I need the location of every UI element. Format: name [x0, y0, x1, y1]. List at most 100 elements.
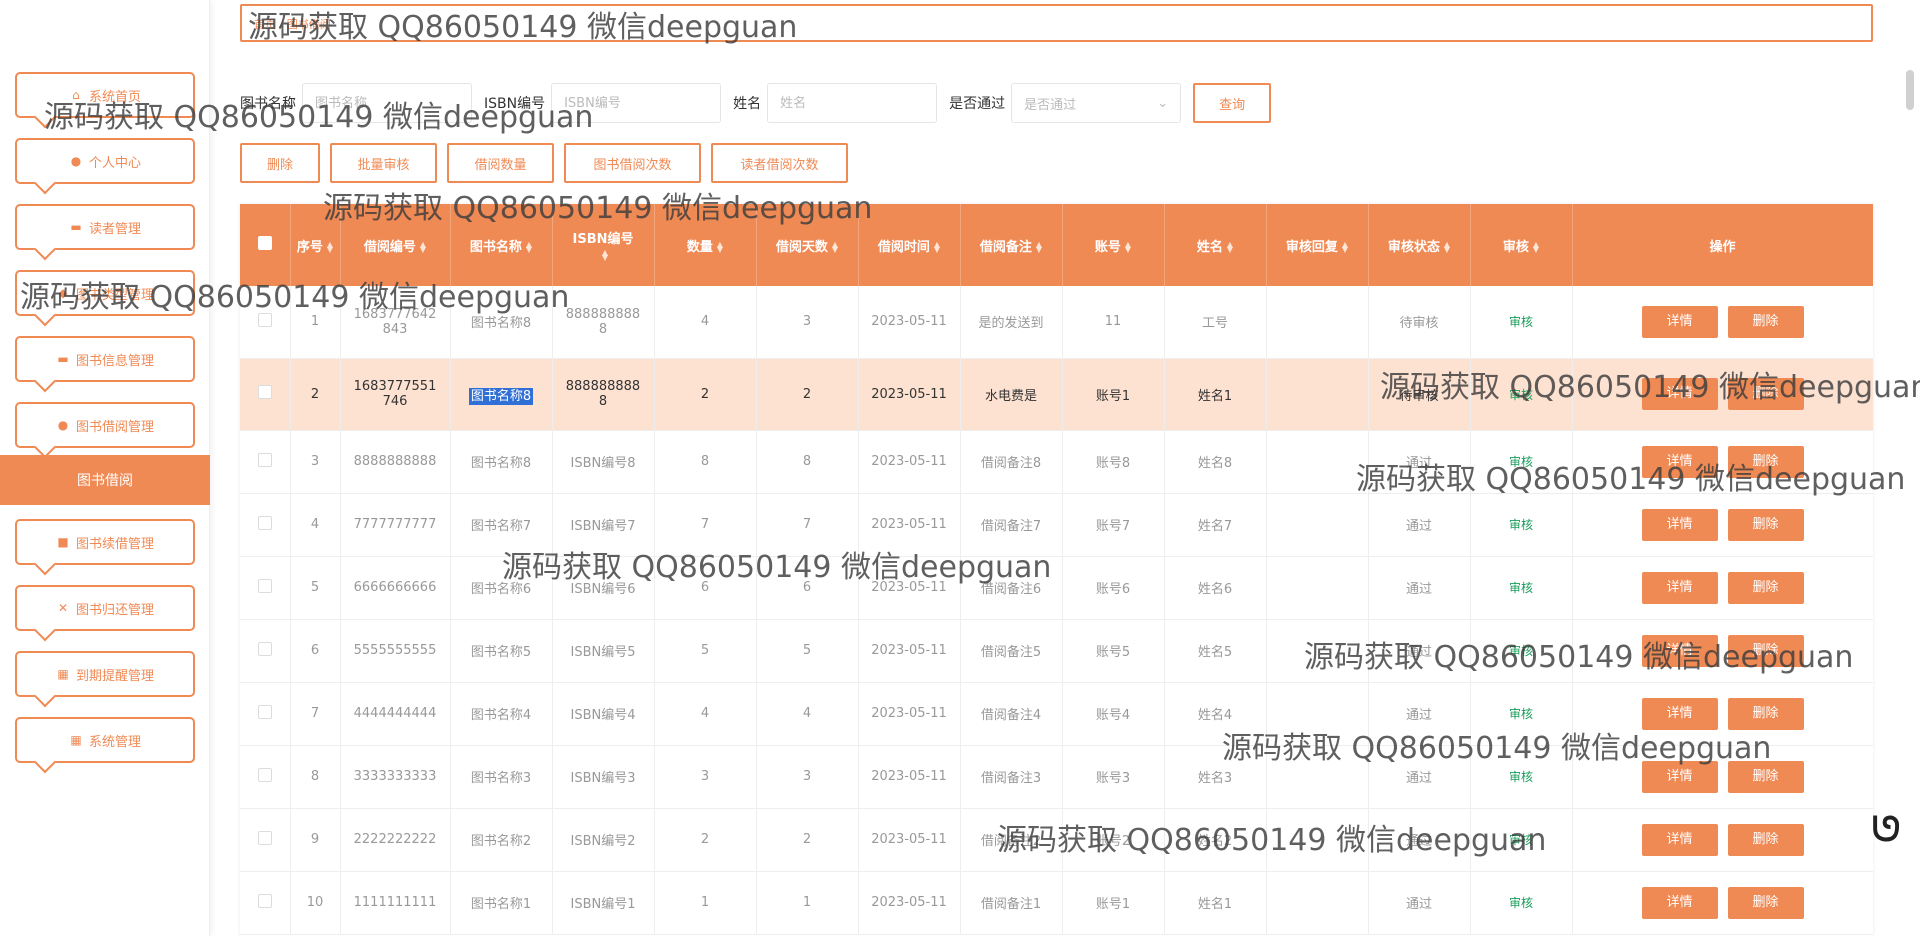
- row-checkbox-cell[interactable]: [240, 619, 291, 683]
- table-row[interactable]: 8 3333333333 图书名称3 ISBN编号3 3 3 2023-05-11 借阅备注3…: [240, 745, 1873, 809]
- column-header[interactable]: 借阅天数 ▲ ▼: [756, 204, 859, 286]
- table-row[interactable]: 6 5555555555 图书名称5 ISBN编号5 5 5 2023-05-11 借阅备注5…: [240, 619, 1873, 683]
- row-delete-button[interactable]: 删除: [1727, 886, 1804, 919]
- sidebar-item-renew[interactable]: ■ 图书续借管理: [15, 519, 195, 565]
- detail-button[interactable]: 详情: [1641, 634, 1718, 667]
- detail-button[interactable]: 详情: [1641, 508, 1718, 541]
- row-checkbox-cell[interactable]: [240, 286, 291, 359]
- sort-icon[interactable]: ▲ ▼: [717, 241, 723, 254]
- row-checkbox[interactable]: [257, 578, 272, 593]
- detail-button[interactable]: 详情: [1641, 445, 1718, 478]
- delete-button[interactable]: 删除: [240, 143, 320, 183]
- audit-link[interactable]: 审核: [1509, 388, 1533, 402]
- detail-button[interactable]: 详情: [1641, 305, 1718, 338]
- table-row[interactable]: 7 4444444444 图书名称4 ISBN编号4 4 4 2023-05-11 借阅备注4…: [240, 682, 1873, 746]
- sort-icon[interactable]: ▲ ▼: [1342, 241, 1348, 254]
- row-checkbox-cell[interactable]: [240, 808, 291, 872]
- query-button[interactable]: 查询: [1193, 83, 1272, 123]
- sort-icon[interactable]: ▲ ▼: [1444, 241, 1450, 254]
- detail-button[interactable]: 详情: [1641, 886, 1718, 919]
- book-name-input[interactable]: [302, 83, 472, 123]
- detail-button[interactable]: 详情: [1641, 378, 1718, 410]
- row-delete-button[interactable]: 删除: [1727, 571, 1804, 604]
- row-delete-button[interactable]: 删除: [1727, 823, 1804, 856]
- column-header[interactable]: 数量 ▲ ▼: [654, 204, 757, 286]
- sidebar-item-profile[interactable]: ● 个人中心: [15, 138, 195, 184]
- sort-icon[interactable]: ▲ ▼: [934, 241, 940, 254]
- batch-audit-button[interactable]: 批量审核: [330, 143, 437, 183]
- row-delete-button[interactable]: 删除: [1727, 760, 1804, 793]
- sidebar-item-system[interactable]: ▦ 系统管理: [15, 717, 195, 763]
- row-checkbox[interactable]: [257, 515, 272, 530]
- row-checkbox[interactable]: [257, 704, 272, 719]
- select-all-checkbox[interactable]: [257, 236, 272, 250]
- table-row[interactable]: 3 8888888888 图书名称8 ISBN编号8 8 8 2023-05-11 借阅备注8…: [240, 430, 1873, 494]
- audit-link[interactable]: 审核: [1509, 644, 1533, 658]
- row-delete-button[interactable]: 删除: [1727, 634, 1804, 667]
- column-header[interactable]: 审核状态 ▲ ▼: [1368, 204, 1471, 286]
- column-header[interactable]: 账号 ▲ ▼: [1062, 204, 1165, 286]
- sidebar-item-book-info[interactable]: ▬ 图书信息管理: [15, 336, 195, 382]
- scrollbar[interactable]: [1904, 0, 1916, 936]
- isbn-input[interactable]: [551, 83, 722, 123]
- sort-icon[interactable]: ▲ ▼: [602, 248, 608, 261]
- column-header[interactable]: 姓名 ▲ ▼: [1164, 204, 1267, 286]
- table-row[interactable]: 1 1683777642843 图书名称8 8888888888 4 3 2023-05-1…: [240, 286, 1873, 359]
- table-row[interactable]: 10 1111111111 图书名称1 ISBN编号1 1 1 2023-05-11 借阅备注…: [240, 871, 1873, 935]
- sidebar-item-readers[interactable]: ▬ 读者管理: [15, 204, 195, 250]
- sort-icon[interactable]: ▲ ▼: [420, 241, 426, 254]
- column-header[interactable]: 借阅编号 ▲ ▼: [340, 204, 451, 286]
- row-delete-button[interactable]: 删除: [1727, 697, 1804, 730]
- audit-link[interactable]: 审核: [1509, 315, 1533, 329]
- column-header[interactable]: ISBN编号 ▲ ▼: [552, 204, 655, 286]
- select-all-header[interactable]: [240, 204, 291, 286]
- row-checkbox[interactable]: [257, 641, 272, 656]
- column-header[interactable]: 审核 ▲ ▼: [1470, 204, 1573, 286]
- row-checkbox-cell[interactable]: [240, 556, 291, 620]
- audit-link[interactable]: 审核: [1509, 455, 1533, 469]
- detail-button[interactable]: 详情: [1641, 823, 1718, 856]
- row-delete-button[interactable]: 删除: [1727, 445, 1804, 478]
- row-checkbox[interactable]: [257, 830, 272, 845]
- row-checkbox-cell[interactable]: [240, 430, 291, 494]
- sort-icon[interactable]: ▲ ▼: [1227, 241, 1233, 254]
- row-checkbox-cell[interactable]: [240, 358, 291, 431]
- row-checkbox[interactable]: [257, 767, 272, 782]
- row-delete-button[interactable]: 删除: [1727, 508, 1804, 541]
- passed-select[interactable]: 是否通过 ⌄: [1011, 83, 1182, 123]
- audit-link[interactable]: 审核: [1509, 833, 1533, 847]
- table-row[interactable]: 9 2222222222 图书名称2 ISBN编号2 2 2 2023-05-11 借阅备注2…: [240, 808, 1873, 872]
- audit-link[interactable]: 审核: [1509, 770, 1533, 784]
- sort-icon[interactable]: ▲ ▼: [1533, 241, 1539, 254]
- sort-icon[interactable]: ▲ ▼: [1036, 241, 1042, 254]
- column-header[interactable]: 借阅备注 ▲ ▼: [960, 204, 1063, 286]
- audit-link[interactable]: 审核: [1509, 518, 1533, 532]
- row-checkbox[interactable]: [257, 452, 272, 467]
- audit-link[interactable]: 审核: [1509, 581, 1533, 595]
- book-borrow-times-button[interactable]: 图书借阅次数: [564, 143, 701, 183]
- sidebar-item-borrow[interactable]: ● 图书借阅管理: [15, 402, 195, 448]
- sort-icon[interactable]: ▲ ▼: [526, 241, 532, 254]
- row-checkbox-cell[interactable]: [240, 493, 291, 557]
- sidebar-item-return[interactable]: ✕ 图书归还管理: [15, 585, 195, 631]
- sidebar-item-home[interactable]: ⌂ 系统首页: [15, 72, 195, 118]
- row-delete-button[interactable]: 删除: [1727, 378, 1804, 410]
- reader-borrow-times-button[interactable]: 读者借阅次数: [711, 143, 848, 183]
- scrollbar-thumb[interactable]: [1906, 70, 1914, 110]
- sidebar-item-due-reminder[interactable]: ▦ 到期提醒管理: [15, 651, 195, 697]
- table-row[interactable]: 5 6666666666 图书名称6 ISBN编号6 6 6 2023-05-11 借阅备注6…: [240, 556, 1873, 620]
- borrow-count-button[interactable]: 借阅数量: [447, 143, 554, 183]
- row-checkbox[interactable]: [257, 893, 272, 908]
- table-row[interactable]: 4 7777777777 图书名称7 ISBN编号7 7 7 2023-05-11 借阅备注7…: [240, 493, 1873, 557]
- column-header[interactable]: 借阅时间 ▲ ▼: [858, 204, 961, 286]
- row-checkbox-cell[interactable]: [240, 682, 291, 746]
- sort-icon[interactable]: ▲ ▼: [327, 241, 333, 254]
- floating-widget-icon[interactable]: ᘎ: [1872, 810, 1900, 850]
- row-checkbox[interactable]: [257, 385, 272, 399]
- row-checkbox[interactable]: [257, 312, 272, 327]
- table-row[interactable]: 2 1683777551746 图书名称8 8888888888 2 2 2023-05-1…: [240, 358, 1873, 431]
- detail-button[interactable]: 详情: [1641, 571, 1718, 604]
- sidebar-item-book-types[interactable]: ◆ 图书类型管理: [15, 270, 195, 316]
- detail-button[interactable]: 详情: [1641, 760, 1718, 793]
- column-header[interactable]: 序号 ▲ ▼: [290, 204, 341, 286]
